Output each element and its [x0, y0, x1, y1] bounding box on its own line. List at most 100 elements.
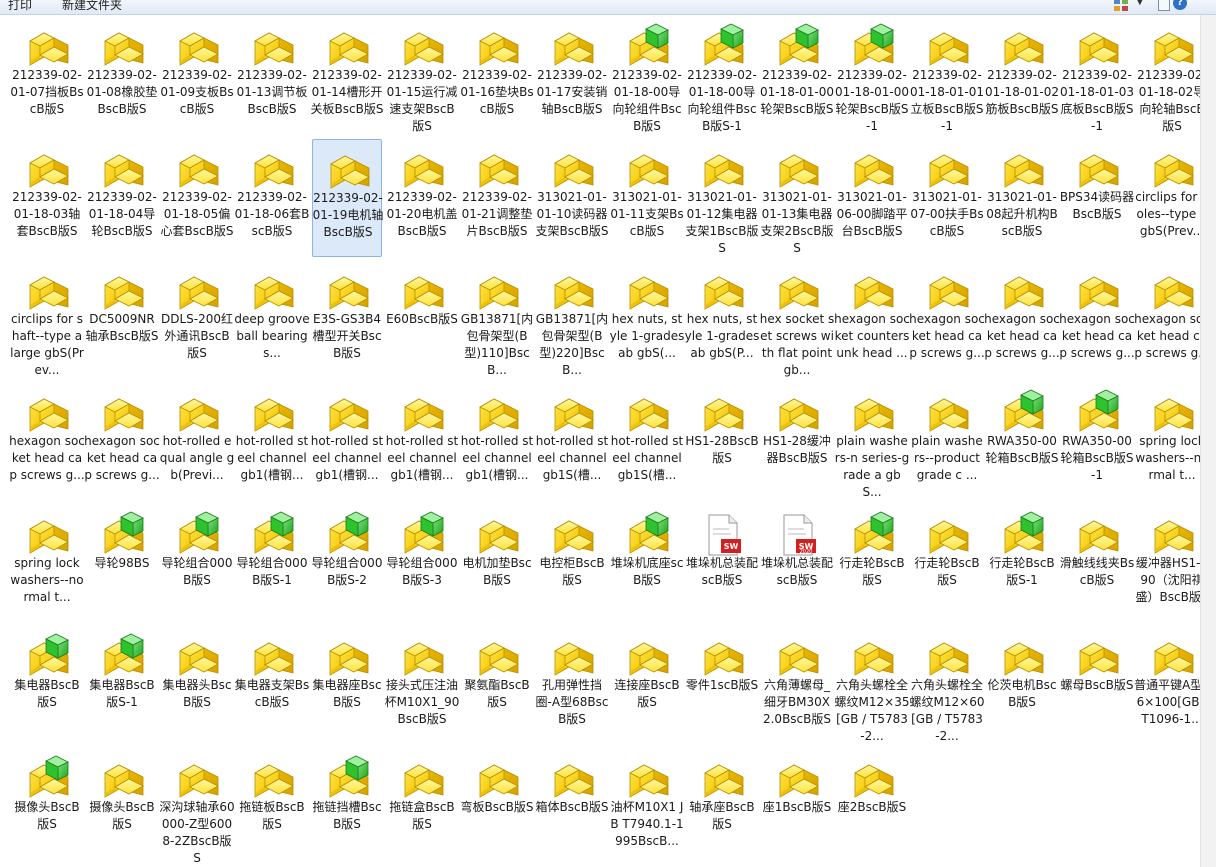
file-item[interactable]: 212339-02-01-21调整垫片BscB版S — [462, 139, 532, 257]
file-item[interactable]: 313021-01-01-12集电器支架1BscB版S — [686, 139, 758, 257]
file-item[interactable]: GB13871[内包骨架型(B型)110]BscB... — [461, 261, 533, 379]
file-item[interactable]: spring lock washers--normal t... — [1135, 383, 1209, 501]
file-item[interactable]: E3S-GS3B4槽型开关BscB版S — [312, 261, 382, 379]
file-item[interactable]: 电机加垫BscB版S — [462, 505, 532, 623]
file-item[interactable]: 212339-02-01-15运行减速支架BscB版S — [387, 17, 457, 135]
file-item[interactable]: circlips for shaft--type a large gbS(Pre… — [10, 261, 84, 379]
file-item[interactable]: 集电器BscB版S — [12, 627, 82, 745]
file-item[interactable]: 212339-02-01-18-00导向轮组件BscB版S-1 — [687, 17, 757, 135]
new-folder-button[interactable]: 新建文件夹 — [62, 0, 122, 13]
file-item[interactable]: 212339-02-01-18-06套BscB版S — [235, 139, 309, 257]
file-item[interactable]: hexagon socket countersunk head ... — [834, 261, 910, 379]
file-item[interactable]: 212339-02-01-13调节板BscB版S — [237, 17, 307, 135]
file-item[interactable]: hot-rolled steel channel gb1(槽钢... — [461, 383, 533, 501]
file-item[interactable]: 212339-02-01-09支板BscB版S — [160, 17, 234, 135]
file-item[interactable]: 螺母BscB版S — [1061, 627, 1133, 745]
file-item[interactable]: 212339-02-01-18-01-01立板BscB版S-1 — [910, 17, 984, 135]
file-item[interactable]: hexagon socket head cap screws g... — [1059, 261, 1135, 379]
file-item[interactable]: hexagon socket head cap screws g... — [909, 261, 985, 379]
file-item[interactable]: 滑触线线夹BscB版S — [1060, 505, 1134, 623]
file-item[interactable]: 拖链挡槽BscB版S — [312, 749, 382, 867]
file-item[interactable]: 连接座BscB版S — [612, 627, 682, 745]
file-item[interactable]: 弯板BscB版S — [461, 749, 533, 867]
file-item[interactable]: 313021-01-01-10读码器支架BscB版S — [536, 139, 608, 257]
file-item[interactable]: 212339-02-01-18-05偏心套BscB版S — [161, 139, 233, 257]
file-item[interactable]: 导轮组合000B版S — [162, 505, 232, 623]
file-item[interactable]: hexagon socket head cap screws g... — [9, 383, 85, 501]
file-item[interactable]: 集电器支架BscB版S — [235, 627, 309, 745]
file-item[interactable]: RWA350-00轮箱BscB版S — [986, 383, 1058, 501]
file-item[interactable]: 212339-02-01-14槽形开关板BscB版S — [311, 17, 383, 135]
file-item[interactable]: 孔用弹性挡圈-A型68BscB版S — [536, 627, 608, 745]
file-item[interactable]: hot-rolled steel channel gb1S(槽... — [536, 383, 608, 501]
file-item[interactable]: 摄像头BscB版S — [87, 749, 157, 867]
file-item[interactable]: 212339-02-01-19电机轴BscB版S — [312, 139, 383, 257]
file-item[interactable]: 伦茨电机BscB版S — [987, 627, 1057, 745]
file-item[interactable]: hexagon socket head cap screws g... — [1134, 261, 1210, 379]
file-item[interactable]: 212339-02-01-18-02导向轮轴BscB版S — [1137, 17, 1207, 135]
file-item[interactable]: 深沟球轴承60000-Z型6008-2ZBscB版S — [159, 749, 235, 867]
file-item[interactable]: hex nuts, style 1-grades ab gbS(P... — [685, 261, 759, 379]
file-item[interactable]: hot-rolled steel channel gb1(槽钢... — [386, 383, 458, 501]
file-item[interactable]: 拖链板BscB版S — [237, 749, 307, 867]
file-item[interactable]: 六角头螺栓全螺纹M12×35[GB / T5783-2... — [835, 627, 909, 745]
file-item[interactable]: DDLS-200红外通讯BscB版S — [161, 261, 233, 379]
file-item[interactable]: SW 2020 堆垛机总装配scB版S — [761, 505, 833, 623]
vertical-scrollbar[interactable] — [1200, 15, 1216, 867]
file-item[interactable]: 零件1scB版S — [686, 627, 758, 745]
file-item[interactable]: 212339-02-01-08橡胶垫BscB版S — [87, 17, 157, 135]
print-button[interactable]: 打印 — [8, 0, 32, 13]
file-item[interactable]: 摄像头BscB版S — [12, 749, 82, 867]
file-item[interactable]: 212339-02-01-17安装销轴BscB版S — [537, 17, 607, 135]
file-item[interactable]: 集电器座BscB版S — [312, 627, 382, 745]
file-item[interactable]: 212339-02-01-18-04导轮BscB版S — [87, 139, 157, 257]
file-item[interactable]: HS1-28缓冲器BscB版S — [762, 383, 832, 501]
file-item[interactable]: hexagon socket head cap screws g... — [84, 383, 160, 501]
file-item[interactable]: DC5009NR轴承BscB版S — [86, 261, 158, 379]
file-item[interactable]: 六角头螺栓全螺纹M12×60[GB / T5783-2... — [910, 627, 984, 745]
file-item[interactable]: 六角薄螺母_细牙BM30X2.0BscB版S — [762, 627, 832, 745]
preview-pane-icon[interactable] — [1158, 0, 1170, 11]
file-item[interactable]: 212339-02-01-07挡板BscB版S — [10, 17, 84, 135]
file-item[interactable]: 212339-02-01-18-01-00轮架BscB版S — [760, 17, 834, 135]
file-item[interactable]: spring lock washers--normal t... — [10, 505, 84, 623]
file-item[interactable]: 箱体BscB版S — [536, 749, 608, 867]
file-item[interactable]: 堆垛机底座scB版S — [611, 505, 683, 623]
file-item[interactable]: 导轮组合000B版S-2 — [312, 505, 382, 623]
file-item[interactable]: 接头式压注油杯M10X1_90BscB版S — [385, 627, 459, 745]
file-item[interactable]: 集电器BscB版S-1 — [87, 627, 157, 745]
file-item[interactable]: deep groove ball bearings... — [234, 261, 310, 379]
file-item[interactable]: 行走轮BscB版S — [837, 505, 907, 623]
file-item[interactable]: 集电器头BscB版S — [162, 627, 232, 745]
file-item[interactable]: 212339-02-01-18-01-00轮架BscB版S-1 — [835, 17, 909, 135]
file-item[interactable]: 313021-01-01-11支架BscB版S — [610, 139, 684, 257]
file-item[interactable]: RWA350-00轮箱BscB版S-1 — [1061, 383, 1133, 501]
view-options-dropdown-icon[interactable]: ▼ — [1136, 0, 1144, 7]
file-item[interactable]: hex nuts, style 1-grades ab gbS(... — [610, 261, 684, 379]
file-item[interactable]: hot-rolled equal angle gb(Previ... — [160, 383, 234, 501]
file-item[interactable]: 座2BscB版S — [837, 749, 907, 867]
file-item[interactable]: 313021-01-06-00脚踏平台BscB版S — [837, 139, 907, 257]
file-item[interactable]: 轴承座BscB版S — [687, 749, 757, 867]
file-item[interactable]: 座1BscB版S — [762, 749, 832, 867]
file-item[interactable]: GB13871[内包骨架型(B型)220]BscB... — [536, 261, 608, 379]
file-item[interactable]: hot-rolled steel channel gb1(槽钢... — [311, 383, 383, 501]
file-item[interactable]: 聚氨酯BscB版S — [462, 627, 532, 745]
file-item[interactable]: SW 堆垛机总装配scB版S — [686, 505, 758, 623]
file-item[interactable]: 212339-02-01-18-01-02筋板BscB版S — [985, 17, 1059, 135]
file-item[interactable]: 212339-02-01-20电机盖BscB版S — [387, 139, 457, 257]
file-item[interactable]: 212339-02-01-16垫块BscB版S — [460, 17, 534, 135]
file-item[interactable]: 导轮组合000B版S-1 — [237, 505, 307, 623]
file-item[interactable]: 212339-02-01-18-03轴套BscB版S — [12, 139, 82, 257]
file-item[interactable]: 拖链盒BscB版S — [387, 749, 457, 867]
file-item[interactable]: 电控柜BscB版S — [537, 505, 607, 623]
file-item[interactable]: 313021-01-01-13集电器支架2BscB版S — [761, 139, 833, 257]
file-item[interactable]: E60BscB版S — [386, 261, 458, 379]
file-item[interactable]: plain washers-n series-grade a gbS... — [835, 383, 909, 501]
file-item[interactable]: hot-rolled steel channel gb1S(槽... — [611, 383, 683, 501]
file-item[interactable]: 313021-01-08起升机构BscB版S — [986, 139, 1058, 257]
file-item[interactable]: circlips for holes--type a gbS(Prev... — [1135, 139, 1209, 257]
file-item[interactable]: 导轮组合000B版S-3 — [387, 505, 457, 623]
file-item[interactable]: 212339-02-01-18-01-03底板BscB版S-1 — [1060, 17, 1134, 135]
file-item[interactable]: 212339-02-01-18-00导向轮组件BscB版S — [612, 17, 682, 135]
